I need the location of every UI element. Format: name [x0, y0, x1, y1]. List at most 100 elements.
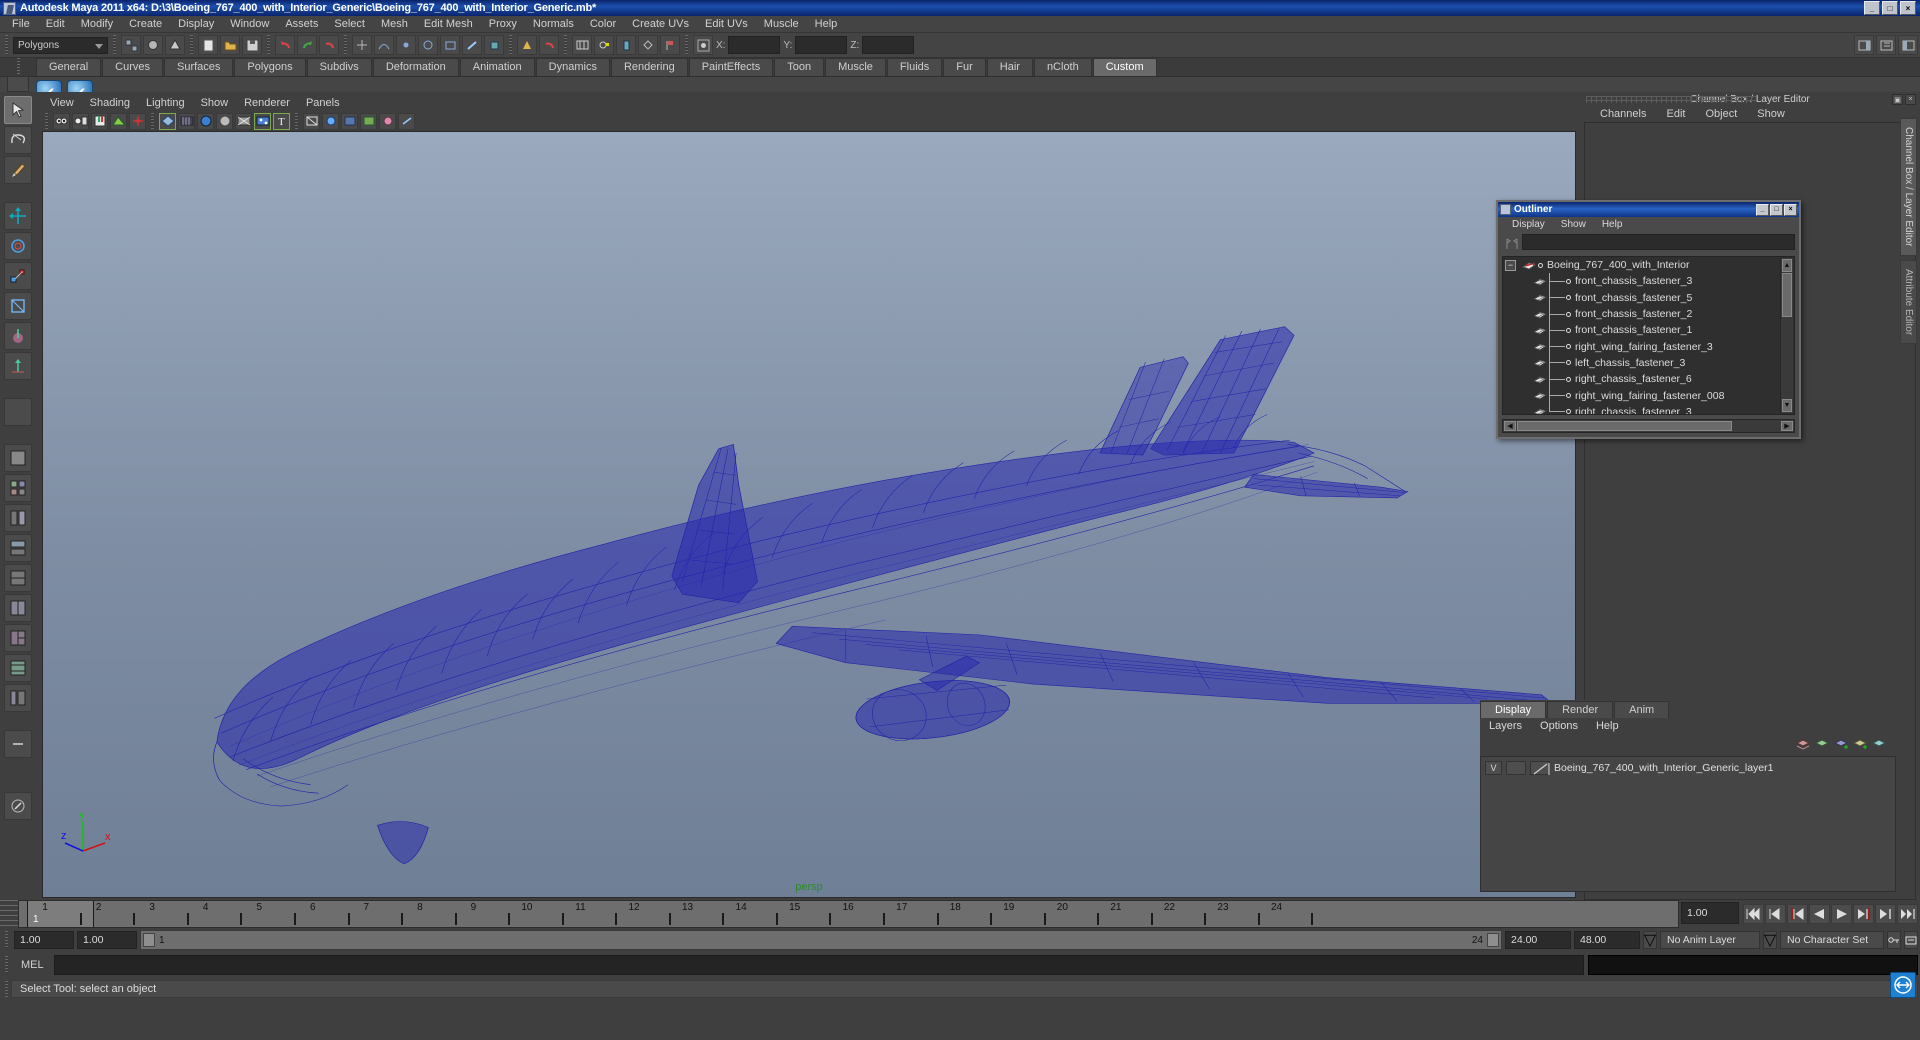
wireframe-shading-icon[interactable] [159, 112, 176, 130]
range-grip[interactable] [5, 931, 8, 949]
viewport-menu-renderer[interactable]: Renderer [236, 96, 298, 110]
viewport-menu-show[interactable]: Show [193, 96, 237, 110]
layout-persp-two-pane[interactable] [4, 594, 32, 622]
side-tab-channel-box[interactable]: Channel Box / Layer Editor [1900, 118, 1917, 256]
new-scene-icon[interactable] [198, 35, 218, 55]
menu-proxy[interactable]: Proxy [481, 17, 525, 31]
menu-normals[interactable]: Normals [525, 17, 582, 31]
text-overlay-icon[interactable]: T [273, 112, 290, 130]
hw-render-icon[interactable] [379, 112, 396, 130]
layer-color-swatch[interactable] [1530, 760, 1550, 775]
soft-modification-tool[interactable] [4, 322, 32, 350]
scroll-left-icon[interactable]: ◀ [1504, 421, 1516, 431]
toggle-sidebar-icon[interactable] [1854, 35, 1874, 55]
range-slider[interactable]: 1 24 [140, 930, 1502, 950]
redo-icon[interactable] [297, 35, 317, 55]
layers-menu-layers[interactable]: Layers [1480, 720, 1531, 732]
tab-anim[interactable]: Anim [1614, 701, 1670, 718]
undo-icon[interactable] [275, 35, 295, 55]
current-time-field[interactable]: 1.00 [1681, 902, 1739, 924]
menu-display[interactable]: Display [170, 17, 222, 31]
outliner-menu-show[interactable]: Show [1553, 219, 1594, 230]
shelf-tab-surfaces[interactable]: Surfaces [163, 58, 234, 76]
menu-create-uvs[interactable]: Create UVs [624, 17, 697, 31]
layout-minus[interactable] [4, 730, 32, 758]
outliner-window[interactable]: Outliner _ □ × Display Show Help − Boein… [1496, 200, 1801, 439]
animation-start-field[interactable]: 1.00 [14, 931, 74, 949]
layers-menu-options[interactable]: Options [1531, 720, 1587, 732]
step-forward-frame-button[interactable] [1853, 904, 1874, 924]
bookmarks-icon[interactable] [91, 112, 108, 130]
outliner-vertical-scrollbar[interactable]: ▲ ▼ [1780, 258, 1793, 413]
expand-collapse-icon[interactable]: − [1505, 259, 1516, 271]
outliner-minimize-button[interactable]: _ [1756, 203, 1769, 216]
shelf-tab-curves[interactable]: Curves [102, 58, 163, 76]
scroll-right-icon[interactable]: ▶ [1781, 421, 1793, 431]
layer-list[interactable]: V Boeing_767_400_with_Interior_Generic_l… [1480, 756, 1896, 892]
new-layer-icon[interactable] [1834, 738, 1848, 752]
shelf-tab-polygons[interactable]: Polygons [234, 58, 306, 76]
menu-edit-mesh[interactable]: Edit Mesh [416, 17, 481, 31]
shelf-tab-fluids[interactable]: Fluids [886, 58, 943, 76]
smooth-shade-all-icon[interactable] [197, 112, 214, 130]
dock-grip[interactable] [1586, 96, 1756, 103]
menu-select[interactable]: Select [326, 17, 373, 31]
open-scene-icon[interactable] [220, 35, 240, 55]
shelf-tab-fur[interactable]: Fur [943, 58, 986, 76]
menu-help[interactable]: Help [807, 17, 846, 31]
toolbar-grip[interactable] [344, 35, 347, 55]
anim-layer-dropdown-arrow[interactable]: ▽ [1643, 931, 1657, 949]
menu-mesh[interactable]: Mesh [373, 17, 416, 31]
command-line-grip[interactable] [5, 956, 8, 974]
layer-visibility-toggle[interactable]: V [1485, 760, 1502, 775]
outliner-menu-help[interactable]: Help [1594, 219, 1631, 230]
render-diamond-icon[interactable] [638, 35, 658, 55]
layer-playback-toggle[interactable] [1506, 760, 1526, 775]
step-back-frame-button[interactable] [1787, 904, 1808, 924]
toolbar-grip[interactable] [685, 35, 688, 55]
outliner-item[interactable]: front_chassis_fastener_1 [1503, 322, 1794, 338]
toolbar-grip[interactable] [267, 35, 270, 55]
shelf-tab-general[interactable]: General [36, 58, 102, 76]
shelf-tab-dynamics[interactable]: Dynamics [535, 58, 610, 76]
layer-select-icon[interactable] [1815, 738, 1829, 752]
animation-end-field[interactable]: 48.00 [1574, 931, 1640, 949]
channelbox-menu-edit[interactable]: Edit [1656, 108, 1695, 120]
isolate-select-icon[interactable] [398, 112, 415, 130]
tab-display[interactable]: Display [1480, 701, 1547, 718]
lasso-select-tool[interactable] [4, 126, 32, 154]
menu-color[interactable]: Color [582, 17, 624, 31]
outliner-title-bar[interactable]: Outliner _ □ × [1498, 202, 1799, 217]
universal-manipulator-tool[interactable] [4, 292, 32, 320]
time-slider-grip[interactable] [0, 900, 18, 928]
menu-edit-uvs[interactable]: Edit UVs [697, 17, 756, 31]
playback-end-field[interactable]: 24.00 [1505, 931, 1571, 949]
viewport-toolbar-grip[interactable] [295, 113, 298, 129]
shelf-tab-ncloth[interactable]: nCloth [1033, 58, 1092, 76]
viewport-menu-lighting[interactable]: Lighting [138, 96, 193, 110]
help-line-button[interactable] [1890, 972, 1916, 998]
last-tool-used[interactable] [4, 398, 32, 426]
snap-slide-icon[interactable] [484, 35, 504, 55]
textured-icon[interactable] [254, 112, 271, 130]
menu-muscle[interactable]: Muscle [756, 17, 807, 31]
auto-key-button[interactable] [1887, 931, 1901, 949]
time-slider[interactable]: 1 1 2 3 4 5 6 7 8 9 10 11 12 13 14 15 16 17 18 19 20 21 22 23 24 [18, 900, 1679, 928]
show-manipulator-tool[interactable] [4, 352, 32, 380]
shelf-tab-toon[interactable]: Toon [774, 58, 825, 76]
perspective-viewport[interactable]: y x z persp [42, 131, 1576, 898]
snap-grid-icon[interactable] [352, 35, 372, 55]
ipr-render-icon[interactable] [539, 35, 559, 55]
scale-tool[interactable] [4, 262, 32, 290]
channelbox-menu-channels[interactable]: Channels [1590, 108, 1656, 120]
layout-three-pane[interactable] [4, 624, 32, 652]
snap-view-plane-icon[interactable] [440, 35, 460, 55]
outliner-item[interactable]: right_wing_fairing_fastener_008 [1503, 387, 1794, 403]
layers-menu-help[interactable]: Help [1587, 720, 1628, 732]
outliner-item[interactable]: right_wing_fairing_fastener_3 [1503, 338, 1794, 354]
toolbar-grip[interactable] [509, 35, 512, 55]
move-tool[interactable] [4, 202, 32, 230]
scroll-down-icon[interactable]: ▼ [1782, 399, 1792, 412]
paint-effects-brush-icon[interactable] [4, 792, 32, 820]
shade-flat-icon[interactable] [216, 112, 233, 130]
